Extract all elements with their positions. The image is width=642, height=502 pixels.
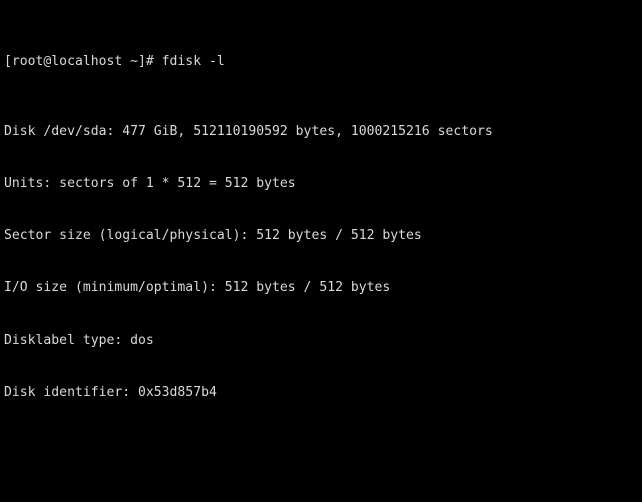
disk-sda-units: Units: sectors of 1 * 512 = 512 bytes [4, 176, 296, 192]
disk-sda-identifier: Disk identifier: 0x53d857b4 [4, 384, 217, 400]
disk-sda-header: Disk /dev/sda: 477 GiB, 512110190592 byt… [4, 123, 493, 139]
prompt-line: [root@localhost ~]# fdisk -l [4, 54, 225, 70]
disk-sda-disklabel-type: Disklabel type: dos [4, 332, 154, 348]
terminal-window[interactable]: [root@localhost ~]# fdisk -l Disk /dev/s… [0, 0, 642, 502]
disk-sda-sector-size: Sector size (logical/physical): 512 byte… [4, 228, 422, 244]
disk-sda-io-size: I/O size (minimum/optimal): 512 bytes / … [4, 280, 391, 296]
